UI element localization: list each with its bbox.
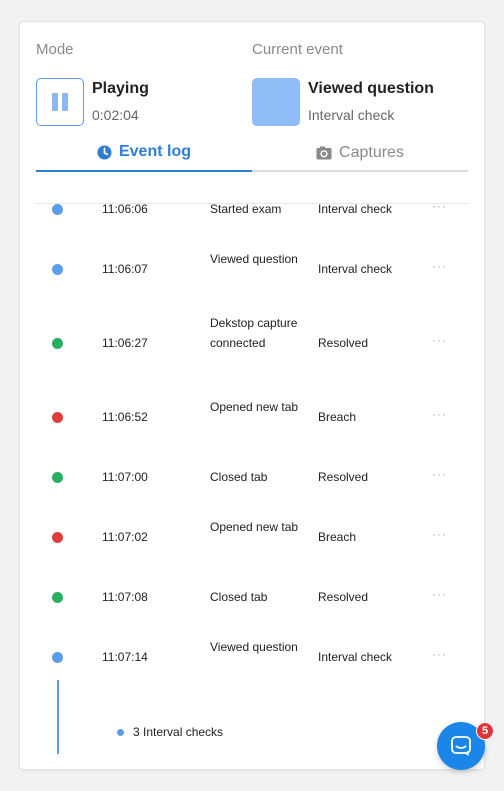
event-status: Resolved bbox=[318, 590, 369, 604]
event-status: Breach bbox=[318, 530, 357, 544]
chat-icon bbox=[451, 736, 471, 756]
event-description: Viewed question bbox=[210, 252, 298, 266]
timeline-connector bbox=[57, 680, 59, 754]
event-status: Resolved bbox=[318, 336, 369, 350]
more-options-icon[interactable]: ··· bbox=[432, 333, 447, 347]
event-status: Resolved bbox=[318, 470, 369, 484]
more-options-icon[interactable]: ··· bbox=[432, 527, 447, 541]
current-event-subtitle: Interval check bbox=[308, 107, 395, 123]
interval-checks-group[interactable]: 3 Interval checks bbox=[117, 725, 223, 739]
status-dot bbox=[52, 203, 63, 215]
event-description: Started exam bbox=[210, 202, 282, 216]
proctoring-panel: Mode Current event Playing 0:02:04 Viewe… bbox=[19, 21, 485, 770]
event-description: Opened new tab bbox=[210, 400, 299, 414]
more-options-icon[interactable]: ··· bbox=[432, 407, 447, 421]
status-dot bbox=[117, 728, 124, 736]
status-dot bbox=[52, 263, 63, 275]
event-status: Interval check bbox=[318, 202, 393, 216]
mode-elapsed-time: 0:02:04 bbox=[92, 107, 139, 123]
tab-event-log-label: Event log bbox=[118, 143, 191, 160]
tab-bar: Event log Captures bbox=[36, 134, 468, 172]
mode-state: Playing bbox=[92, 80, 149, 97]
event-time: 11:07:02 bbox=[102, 530, 148, 544]
more-options-icon[interactable]: ··· bbox=[432, 647, 447, 661]
event-description: Dekstop capture connected bbox=[210, 316, 298, 350]
camera-icon bbox=[316, 146, 332, 160]
event-time: 11:06:27 bbox=[102, 336, 148, 350]
interval-checks-label: 3 Interval checks bbox=[133, 725, 224, 739]
event-row[interactable]: 11:06:27 Dekstop capture connected Resol… bbox=[36, 313, 468, 373]
more-options-icon[interactable]: ··· bbox=[432, 199, 447, 213]
status-dot bbox=[52, 651, 63, 663]
status-dot bbox=[52, 591, 63, 603]
current-event-label: Current event bbox=[252, 41, 343, 58]
event-time: 11:06:52 bbox=[102, 410, 148, 424]
event-row[interactable]: 11:07:08 Closed tab Resolved ··· bbox=[36, 587, 468, 607]
tab-event-log[interactable]: Event log bbox=[36, 134, 252, 172]
event-row[interactable]: 11:07:00 Closed tab Resolved ··· bbox=[36, 467, 468, 487]
event-description: Viewed question bbox=[210, 640, 298, 654]
more-options-icon[interactable]: ··· bbox=[432, 259, 447, 273]
current-event-swatch bbox=[252, 78, 300, 126]
event-row[interactable]: 11:07:14 Viewed question Interval check … bbox=[36, 637, 468, 677]
chat-notification-badge: 5 bbox=[476, 722, 494, 740]
event-time: 11:06:06 bbox=[102, 202, 148, 216]
clock-icon bbox=[97, 144, 112, 160]
status-dot bbox=[52, 531, 63, 543]
mode-label: Mode bbox=[36, 41, 74, 58]
more-options-icon[interactable]: ··· bbox=[432, 467, 447, 481]
status-dot bbox=[52, 337, 63, 349]
event-status: Interval check bbox=[318, 262, 393, 276]
event-description: Opened new tab bbox=[210, 520, 299, 534]
event-row[interactable]: 11:06:07 Viewed question Interval check … bbox=[36, 249, 468, 289]
event-time: 11:07:00 bbox=[102, 470, 148, 484]
status-dot bbox=[52, 411, 63, 423]
event-description: Closed tab bbox=[210, 590, 268, 604]
event-time: 11:06:07 bbox=[102, 262, 148, 276]
event-status: Breach bbox=[318, 410, 357, 424]
status-dot bbox=[52, 471, 63, 483]
event-description: Closed tab bbox=[210, 470, 268, 484]
event-time: 11:07:14 bbox=[102, 650, 148, 664]
pause-icon bbox=[52, 93, 58, 111]
more-options-icon[interactable]: ··· bbox=[432, 587, 447, 601]
event-row[interactable]: 11:07:02 Opened new tab Breach ··· bbox=[36, 517, 468, 557]
event-status: Interval check bbox=[318, 650, 393, 664]
event-row[interactable]: 11:06:52 Opened new tab Breach ··· bbox=[36, 397, 468, 437]
pause-button[interactable] bbox=[36, 78, 84, 126]
current-event-title: Viewed question bbox=[308, 80, 434, 97]
tab-captures-label: Captures bbox=[339, 144, 404, 161]
event-time: 11:07:08 bbox=[102, 590, 148, 604]
event-row[interactable]: 11:06:06 Started exam Interval check ··· bbox=[36, 199, 468, 219]
tab-captures[interactable]: Captures bbox=[252, 134, 468, 172]
